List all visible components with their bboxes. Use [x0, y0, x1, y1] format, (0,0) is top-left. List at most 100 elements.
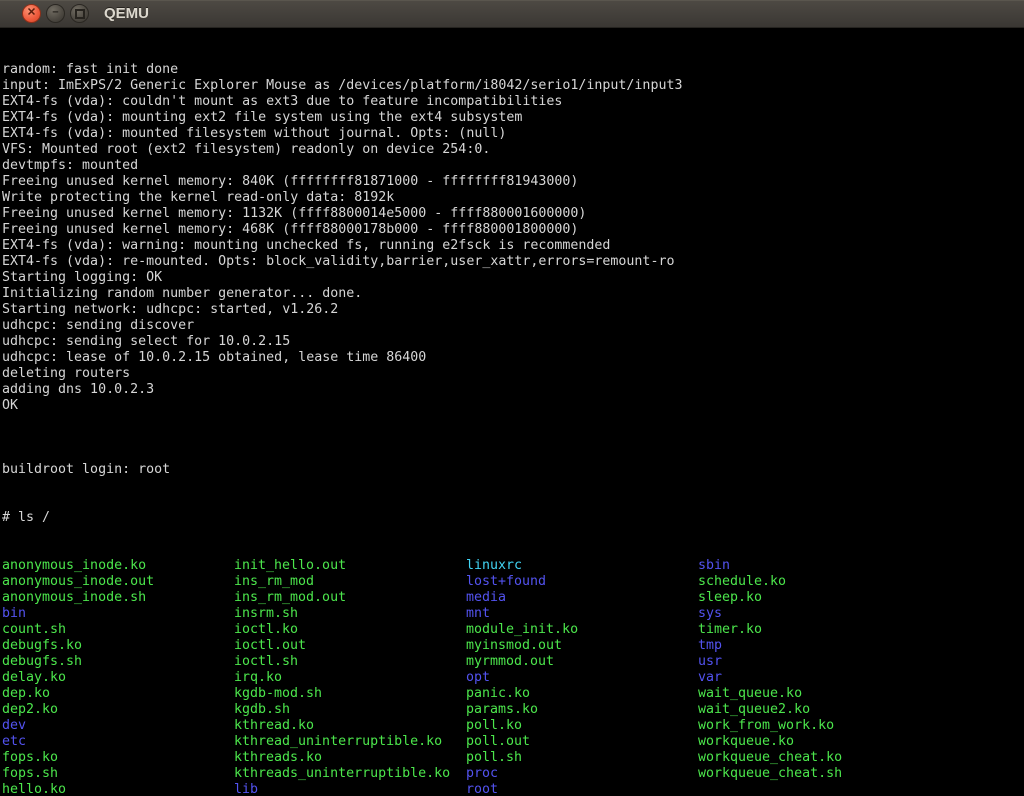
ls-entry: dev — [2, 718, 234, 734]
ls-entry: ins_rm_mod.out — [234, 590, 466, 606]
maximize-button[interactable] — [70, 4, 89, 23]
ls-entry: myrmmod.out — [466, 654, 698, 670]
ls-entry: insrm.sh — [234, 606, 466, 622]
boot-log-line: EXT4-fs (vda): mounting ext2 file system… — [2, 110, 1024, 126]
window-titlebar[interactable]: ✕ − QEMU — [0, 0, 1024, 28]
ls-entry: opt — [466, 670, 698, 686]
login-line: buildroot login: root — [2, 462, 1024, 478]
boot-log-line: EXT4-fs (vda): mounted filesystem withou… — [2, 126, 1024, 142]
ls-entry: init_hello.out — [234, 558, 466, 574]
boot-log-line: udhcpc: sending discover — [2, 318, 1024, 334]
ls-row: fops.shkthreads_uninterruptible.koprocwo… — [2, 766, 1024, 782]
ls-entry: ioctl.sh — [234, 654, 466, 670]
ls-entry: count.sh — [2, 622, 234, 638]
ls-entry: root — [466, 782, 698, 796]
boot-log: random: fast init doneinput: ImExPS/2 Ge… — [2, 62, 1024, 430]
maximize-icon — [75, 9, 85, 19]
boot-log-line: Freeing unused kernel memory: 468K (ffff… — [2, 222, 1024, 238]
ls-entry: bin — [2, 606, 234, 622]
ls-output: anonymous_inode.koinit_hello.outlinuxrcs… — [2, 558, 1024, 796]
ls-entry: kthread.ko — [234, 718, 466, 734]
minimize-button[interactable]: − — [46, 4, 65, 23]
ls-entry: fops.sh — [2, 766, 234, 782]
boot-log-line: Initializing random number generator... … — [2, 286, 1024, 302]
ls-row: count.shioctl.komodule_init.kotimer.ko — [2, 622, 1024, 638]
ls-entry: sbin — [698, 558, 930, 574]
window-title: QEMU — [104, 5, 149, 22]
ls-row: anonymous_inode.koinit_hello.outlinuxrcs… — [2, 558, 1024, 574]
boot-log-line: adding dns 10.0.2.3 — [2, 382, 1024, 398]
ls-row: anonymous_inode.outins_rm_modlost+founds… — [2, 574, 1024, 590]
ls-entry: module_init.ko — [466, 622, 698, 638]
ls-row: anonymous_inode.shins_rm_mod.outmediasle… — [2, 590, 1024, 606]
ls-entry: workqueue_cheat.sh — [698, 766, 930, 782]
ls-entry: poll.ko — [466, 718, 698, 734]
ls-row: debugfs.shioctl.shmyrmmod.outusr — [2, 654, 1024, 670]
ls-entry: debugfs.sh — [2, 654, 234, 670]
ls-entry: media — [466, 590, 698, 606]
boot-log-line: EXT4-fs (vda): warning: mounting uncheck… — [2, 238, 1024, 254]
ls-entry: kthreads_uninterruptible.ko — [234, 766, 466, 782]
boot-log-line: udhcpc: sending select for 10.0.2.15 — [2, 334, 1024, 350]
ls-entry: timer.ko — [698, 622, 930, 638]
boot-log-line: deleting routers — [2, 366, 1024, 382]
ls-entry: myinsmod.out — [466, 638, 698, 654]
ls-row: fops.kokthreads.kopoll.shworkqueue_cheat… — [2, 750, 1024, 766]
boot-log-line: EXT4-fs (vda): couldn't mount as ext3 du… — [2, 94, 1024, 110]
ls-entry: debugfs.ko — [2, 638, 234, 654]
ls-entry: sys — [698, 606, 930, 622]
minimize-icon: − — [52, 8, 58, 19]
ls-entry: sleep.ko — [698, 590, 930, 606]
ls-entry: anonymous_inode.out — [2, 574, 234, 590]
ls-entry: params.ko — [466, 702, 698, 718]
boot-log-line: Write protecting the kernel read-only da… — [2, 190, 1024, 206]
ls-entry: kgdb.sh — [234, 702, 466, 718]
ls-entry: workqueue_cheat.ko — [698, 750, 930, 766]
boot-log-line: EXT4-fs (vda): re-mounted. Opts: block_v… — [2, 254, 1024, 270]
ls-entry: lib — [234, 782, 466, 796]
ls-row: etckthread_uninterruptible.kopoll.outwor… — [2, 734, 1024, 750]
ls-entry: fops.ko — [2, 750, 234, 766]
ls-row: debugfs.koioctl.outmyinsmod.outtmp — [2, 638, 1024, 654]
ls-entry: kgdb-mod.sh — [234, 686, 466, 702]
ls-row: dep.kokgdb-mod.shpanic.kowait_queue.ko — [2, 686, 1024, 702]
ls-row: bininsrm.shmntsys — [2, 606, 1024, 622]
ls-entry: ioctl.out — [234, 638, 466, 654]
boot-log-line: random: fast init done — [2, 62, 1024, 78]
ls-row: delay.koirq.kooptvar — [2, 670, 1024, 686]
boot-log-line: VFS: Mounted root (ext2 filesystem) read… — [2, 142, 1024, 158]
ls-entry: anonymous_inode.sh — [2, 590, 234, 606]
ls-entry: ioctl.ko — [234, 622, 466, 638]
close-button[interactable]: ✕ — [22, 4, 41, 23]
ls-entry: delay.ko — [2, 670, 234, 686]
boot-log-line: Freeing unused kernel memory: 1132K (fff… — [2, 206, 1024, 222]
ls-entry: kthread_uninterruptible.ko — [234, 734, 466, 750]
ls-entry: irq.ko — [234, 670, 466, 686]
boot-log-line: Starting logging: OK — [2, 270, 1024, 286]
ls-entry: work_from_work.ko — [698, 718, 930, 734]
ls-row: dep2.kokgdb.shparams.kowait_queue2.ko — [2, 702, 1024, 718]
ls-entry: poll.sh — [466, 750, 698, 766]
ls-entry: proc — [466, 766, 698, 782]
boot-log-line: OK — [2, 398, 1024, 414]
boot-log-line: devtmpfs: mounted — [2, 158, 1024, 174]
ls-entry: lost+found — [466, 574, 698, 590]
ls-entry: anonymous_inode.ko — [2, 558, 234, 574]
ls-entry: wait_queue.ko — [698, 686, 930, 702]
ls-entry: var — [698, 670, 930, 686]
ls-entry: mnt — [466, 606, 698, 622]
ls-entry: wait_queue2.ko — [698, 702, 930, 718]
ls-entry: usr — [698, 654, 930, 670]
ls-command-line: # ls / — [2, 510, 1024, 526]
terminal-screen[interactable]: random: fast init doneinput: ImExPS/2 Ge… — [0, 28, 1024, 796]
ls-row: devkthread.kopoll.kowork_from_work.ko — [2, 718, 1024, 734]
ls-entry: workqueue.ko — [698, 734, 930, 750]
ls-entry: schedule.ko — [698, 574, 930, 590]
ls-entry: kthreads.ko — [234, 750, 466, 766]
boot-log-line: udhcpc: lease of 10.0.2.15 obtained, lea… — [2, 350, 1024, 366]
boot-log-line: Freeing unused kernel memory: 840K (ffff… — [2, 174, 1024, 190]
ls-entry: hello.ko — [2, 782, 234, 796]
ls-entry: dep2.ko — [2, 702, 234, 718]
ls-entry: panic.ko — [466, 686, 698, 702]
ls-entry: etc — [2, 734, 234, 750]
